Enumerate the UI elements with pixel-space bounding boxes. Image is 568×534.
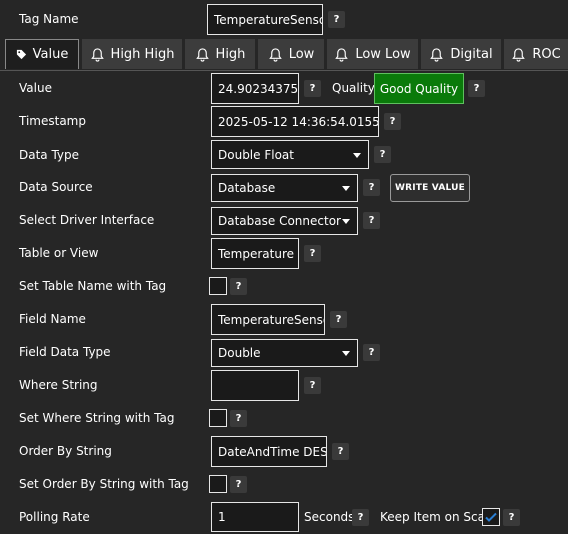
tag-icon (16, 49, 26, 60)
tag-name-label: Tag Name (19, 12, 79, 26)
tab-low[interactable]: Low (258, 39, 324, 69)
where-string-label: Where String (19, 378, 98, 392)
tab-digital[interactable]: Digital (421, 39, 501, 69)
data-type-label: Data Type (19, 148, 80, 162)
data-source-help-icon[interactable]: ? (363, 179, 380, 196)
set-where-string-help-icon[interactable]: ? (230, 410, 247, 427)
bell-icon (268, 47, 282, 62)
timestamp-input[interactable]: 2025-05-12 14:36:54.0155357 (211, 106, 379, 137)
where-string-help-icon[interactable]: ? (304, 377, 321, 394)
chevron-down-icon (342, 186, 350, 191)
tab-value[interactable]: Value (5, 39, 79, 69)
tab-low-low-label: Low Low (355, 46, 411, 62)
set-where-string-label: Set Where String with Tag (19, 411, 175, 425)
driver-interface-value: Database Connector (218, 214, 341, 228)
table-or-view-label: Table or View (19, 246, 99, 260)
chevron-down-icon (342, 351, 350, 356)
quality-help-icon[interactable]: ? (468, 80, 485, 97)
tab-high-label: High (215, 46, 246, 62)
tab-low-low[interactable]: Low Low (327, 39, 418, 69)
field-data-type-help-icon[interactable]: ? (363, 344, 380, 361)
polling-rate-label: Polling Rate (19, 510, 90, 524)
set-order-by-help-icon[interactable]: ? (230, 476, 247, 493)
polling-rate-input[interactable]: 1 (211, 502, 299, 532)
data-type-help-icon[interactable]: ? (374, 146, 391, 163)
keep-item-on-scan-checkbox[interactable] (482, 508, 500, 526)
value-label: Value (19, 81, 52, 95)
field-name-help-icon[interactable]: ? (330, 311, 347, 328)
driver-interface-select[interactable]: Database Connector (211, 207, 358, 235)
set-table-name-label: Set Table Name with Tag (19, 279, 167, 293)
polling-rate-help-icon[interactable]: ? (352, 509, 369, 526)
value-input[interactable]: 24.90234375 (211, 73, 299, 104)
tab-roc-label: ROC (532, 46, 561, 62)
field-data-type-label: Field Data Type (19, 345, 111, 359)
order-by-string-label: Order By String (19, 444, 112, 458)
timestamp-help-icon[interactable]: ? (384, 113, 401, 130)
data-type-value: Double Float (218, 147, 294, 162)
data-source-label: Data Source (19, 180, 93, 194)
tab-digital-label: Digital (450, 46, 493, 62)
tab-low-label: Low (288, 46, 315, 62)
checkmark-icon (485, 512, 497, 522)
quality-label: Quality (332, 81, 375, 95)
order-by-string-input[interactable]: DateAndTime DESC (211, 436, 327, 467)
field-data-type-select[interactable]: Double (211, 339, 358, 367)
driver-interface-label: Select Driver Interface (19, 213, 155, 227)
write-value-button[interactable]: WRITE VALUE (390, 174, 470, 202)
order-by-string-help-icon[interactable]: ? (332, 443, 349, 460)
tab-high-high-label: High High (110, 46, 175, 62)
tab-high-high[interactable]: High High (82, 39, 182, 69)
timestamp-label: Timestamp (19, 114, 86, 128)
data-type-select[interactable]: Double Float (211, 140, 369, 169)
tab-value-label: Value (32, 47, 69, 62)
value-help-icon[interactable]: ? (304, 80, 321, 97)
bell-icon (90, 47, 104, 62)
bell-icon (512, 47, 526, 62)
tab-roc[interactable]: ROC (504, 39, 568, 69)
keep-item-on-scan-label: Keep Item on Scan (380, 510, 493, 524)
quality-status-badge: Good Quality (374, 73, 464, 104)
set-order-by-checkbox[interactable] (209, 475, 227, 493)
driver-interface-help-icon[interactable]: ? (363, 212, 380, 229)
keep-item-on-scan-help-icon[interactable]: ? (503, 509, 520, 526)
set-table-name-checkbox[interactable] (209, 277, 227, 295)
bell-icon (195, 47, 209, 62)
table-or-view-input[interactable]: Temperature (211, 238, 299, 269)
bell-icon (430, 47, 444, 62)
chevron-down-icon (353, 152, 361, 158)
data-source-select[interactable]: Database (211, 174, 358, 202)
set-table-name-help-icon[interactable]: ? (230, 278, 247, 295)
set-order-by-label: Set Order By String with Tag (19, 477, 189, 491)
tag-name-help-icon[interactable]: ? (328, 11, 345, 28)
where-string-input[interactable] (211, 370, 299, 401)
bell-icon (335, 47, 349, 62)
field-data-type-value: Double (218, 346, 261, 360)
field-name-label: Field Name (19, 312, 86, 326)
table-or-view-help-icon[interactable]: ? (304, 245, 321, 262)
field-name-input[interactable]: TemperatureSensor (211, 304, 325, 335)
data-source-value: Database (218, 181, 276, 195)
set-where-string-checkbox[interactable] (209, 409, 227, 427)
chevron-down-icon (342, 219, 350, 224)
tag-name-input[interactable]: TemperatureSensor (207, 4, 323, 35)
tab-high[interactable]: High (185, 39, 255, 69)
polling-rate-unit: Seconds (304, 510, 355, 524)
